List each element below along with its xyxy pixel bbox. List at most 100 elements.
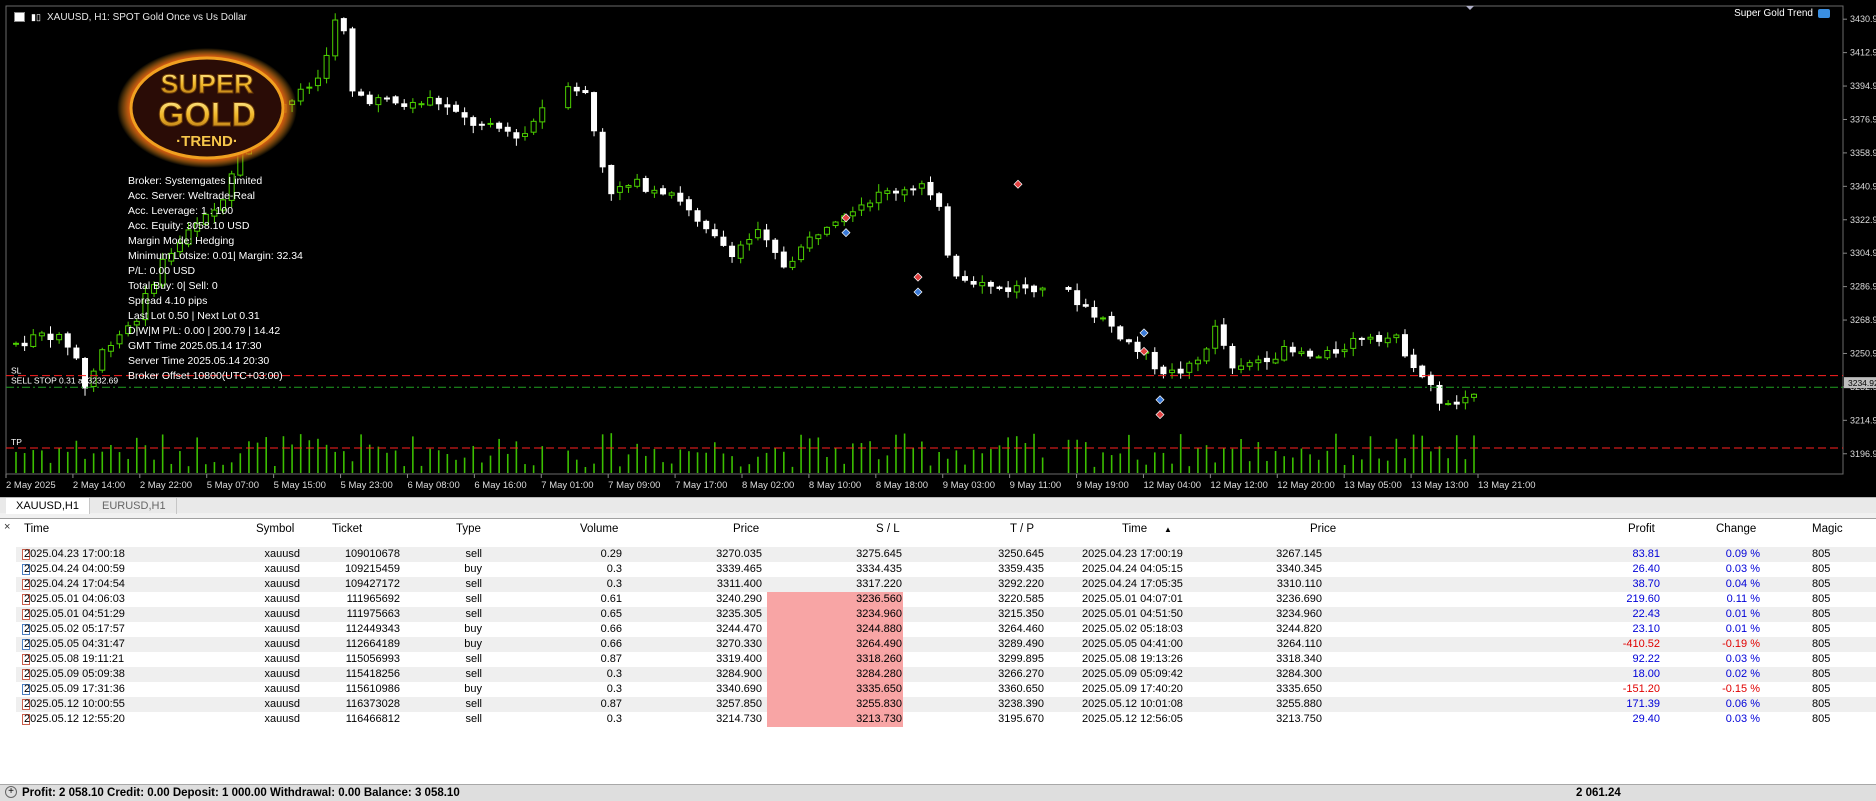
candle-body (832, 221, 839, 227)
column-header-price[interactable]: Price (733, 523, 759, 535)
column-header-stop-loss[interactable]: S / L (876, 523, 900, 535)
column-header-close-time[interactable]: Time (1122, 523, 1147, 535)
table-row[interactable]: 2025.04.24 17:04:54 xauusd 109427172 sell 0.… (16, 577, 1876, 592)
cell-symbol: xauusd (264, 623, 300, 635)
take-profit-label: TP (11, 437, 22, 447)
column-header-open-time[interactable]: Time (24, 523, 49, 535)
column-header-magic[interactable]: Magic (1812, 523, 1843, 535)
candle-body (987, 281, 994, 287)
cell-volume: 0.3 (606, 668, 622, 680)
chart-window-icon[interactable] (14, 12, 25, 22)
candle-body (1376, 335, 1383, 342)
column-header-take-profit[interactable]: T / P (1010, 523, 1034, 535)
cell-open-time: 2025.05.05 04:31:47 (24, 638, 125, 650)
cell-magic: 805 (1812, 668, 1831, 680)
expand-icon[interactable]: + (5, 786, 17, 798)
cell-ticket: 115056993 (345, 653, 400, 665)
cell-open-time: 2025.05.12 12:55:20 (24, 713, 125, 725)
candle-body (970, 281, 977, 285)
cell-volume: 0.61 (600, 593, 622, 605)
cell-ticket: 111975663 (346, 608, 400, 620)
time-axis-label: 13 May 13:00 (1411, 480, 1469, 491)
candle-body (358, 91, 365, 96)
candle-body (1263, 357, 1270, 363)
table-row[interactable]: 2025.04.24 04:00:59 xauusd 109215459 buy 0.3… (16, 562, 1876, 577)
candle-body (487, 122, 494, 125)
table-row[interactable]: 2025.05.09 17:31:36 xauusd 115610986 buy 0.3… (16, 682, 1876, 697)
candle-body (1151, 351, 1158, 370)
summary-total-profit: 2 061.24 (1576, 787, 1621, 799)
candle-body (1350, 337, 1357, 349)
table-row[interactable]: 2025.05.12 10:00:55 xauusd 116373028 sell 0.… (16, 697, 1876, 712)
cell-type: sell (465, 578, 482, 590)
expert-advisor-label[interactable]: Super Gold Trend (1734, 8, 1830, 19)
cell-open-time: 2025.05.01 04:06:03 (24, 593, 125, 605)
cell-symbol: xauusd (264, 683, 300, 695)
candle-body (953, 255, 960, 277)
column-header-ticket[interactable]: Ticket (332, 523, 362, 535)
chart-title-bar: ▮▯ XAUUSD, H1: SPOT Gold Once vs Us Doll… (14, 7, 247, 27)
cell-open-time: 2025.05.12 10:00:55 (24, 698, 125, 710)
cell-volume: 0.3 (606, 683, 622, 695)
tab-xauusd-h1[interactable]: XAUUSD,H1 (6, 498, 90, 514)
price-axis-label: 3196.90 (1850, 449, 1876, 459)
cell-close-price: 3335.650 (1276, 683, 1322, 695)
candle-body (314, 77, 321, 87)
cell-magic: 805 (1812, 638, 1831, 650)
table-row[interactable]: 2025.05.08 19:11:21 xauusd 115056993 sell 0.… (16, 652, 1876, 667)
cell-symbol: xauusd (264, 713, 300, 725)
cell-profit: 171.39 (1626, 698, 1660, 710)
one-click-trading-icon[interactable]: ▮▯ (31, 12, 41, 22)
cell-change: 0.09 % (1725, 548, 1760, 560)
column-header-symbol[interactable]: Symbol (256, 523, 294, 535)
time-axis-label: 9 May 11:00 (1010, 480, 1062, 491)
time-axis-label: 13 May 21:00 (1478, 480, 1536, 491)
current-price-label: 3234.92 (1848, 378, 1876, 388)
table-row[interactable]: 2025.05.05 04:31:47 xauusd 112664189 buy 0.6… (16, 637, 1876, 652)
candle-body (1212, 325, 1219, 349)
close-icon[interactable]: × (4, 521, 10, 533)
table-row[interactable]: 2025.05.01 04:06:03 xauusd 111965692 sell 0.… (16, 592, 1876, 607)
tab-eurusd-h1[interactable]: EURUSD,H1 (92, 498, 177, 514)
cell-take-profit: 3195.670 (998, 713, 1044, 725)
account-info-line: Total Buy: 0| Sell: 0 (128, 280, 218, 292)
table-row[interactable]: 2025.05.02 05:17:57 xauusd 112449343 buy 0.6… (16, 622, 1876, 637)
cell-magic: 805 (1812, 608, 1831, 620)
time-axis-label: 13 May 05:00 (1344, 480, 1402, 491)
candle-body (1462, 396, 1469, 404)
cell-magic: 805 (1812, 623, 1831, 635)
table-row[interactable]: 2025.05.09 05:09:38 xauusd 115418256 sell 0.… (16, 667, 1876, 682)
table-row[interactable]: 2025.05.12 12:55:20 xauusd 116466812 sell 0.… (16, 712, 1876, 727)
cell-open-time: 2025.05.09 17:31:36 (24, 683, 125, 695)
column-header-change[interactable]: Change (1716, 523, 1756, 535)
cell-change: 0.01 % (1725, 608, 1760, 620)
cell-profit: 38.70 (1632, 578, 1660, 590)
column-header-close-price[interactable]: Price (1310, 523, 1336, 535)
table-row[interactable]: 2025.04.23 17:00:18 xauusd 109010678 sell 0.… (16, 547, 1876, 562)
cell-type: sell (465, 608, 482, 620)
column-header-type[interactable]: Type (456, 523, 481, 535)
candle-body (383, 97, 390, 100)
column-header-volume[interactable]: Volume (580, 523, 618, 535)
cell-type: buy (464, 683, 482, 695)
cell-price: 3270.035 (716, 548, 762, 560)
candle-body (858, 204, 865, 211)
candle-body (1410, 354, 1417, 369)
candle-body (1281, 345, 1288, 361)
column-header-profit[interactable]: Profit (1628, 523, 1655, 535)
cell-take-profit: 3292.220 (998, 578, 1044, 590)
cell-symbol: xauusd (264, 548, 300, 560)
cell-magic: 805 (1812, 578, 1831, 590)
price-axis-label: 3358.90 (1850, 148, 1876, 158)
candle-body (496, 122, 503, 129)
candle-body (1332, 349, 1339, 354)
cell-stop-loss: 3317.220 (856, 578, 902, 590)
account-info-line: Margin Mode: Hedging (128, 235, 235, 247)
logo-text-trend: ·TREND· (176, 133, 238, 150)
candle-body (1203, 348, 1210, 362)
chart-window[interactable]: 3430.90 3412.90 3394.90 3376.90 3358.90 3340.… (0, 0, 1876, 497)
table-row[interactable]: 2025.05.01 04:51:29 xauusd 111975663 sell 0.… (16, 607, 1876, 622)
cell-ticket: 109010678 (344, 548, 400, 560)
candle-body (651, 189, 658, 194)
cell-type: sell (465, 668, 482, 680)
